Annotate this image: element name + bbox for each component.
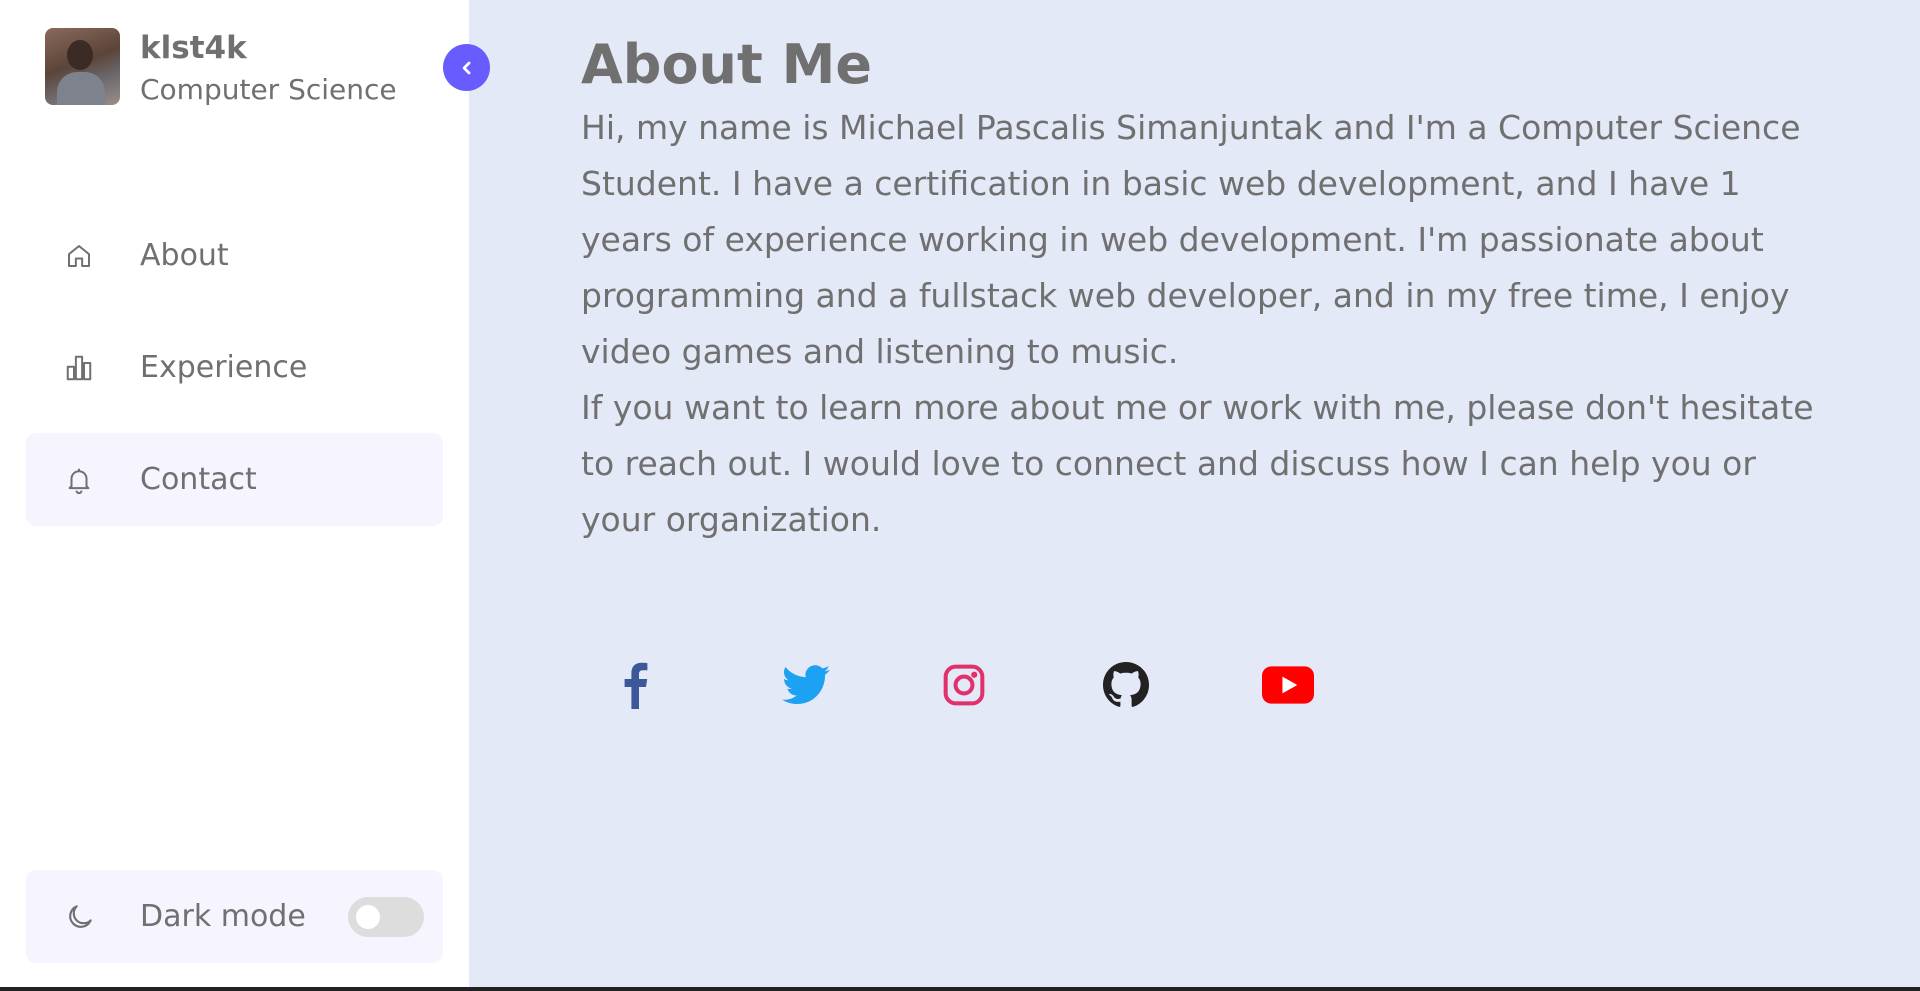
twitter-icon: [782, 665, 830, 704]
instagram-icon: [943, 664, 985, 706]
sidebar-menu: About Experience Contact: [26, 209, 443, 545]
social-links: [622, 655, 1422, 715]
chevron-left-icon: [462, 61, 470, 74]
sidebar-item-label: Experience: [140, 350, 308, 385]
sidebar-item-contact[interactable]: Contact: [26, 433, 443, 526]
dark-mode-row: Dark mode: [26, 870, 443, 963]
home-icon: [26, 241, 140, 271]
sidebar-item-about[interactable]: About: [26, 209, 443, 302]
profile-name: klst4k: [140, 30, 247, 66]
profile-text: klst4k Computer Science: [140, 28, 397, 110]
github-icon: [1103, 662, 1149, 707]
window-bottom-edge: [0, 987, 1920, 991]
sidebar-item-label: Contact: [140, 462, 257, 497]
bar-chart-icon: [26, 353, 140, 383]
profile-header: klst4k Computer Science: [45, 28, 397, 110]
github-link[interactable]: [1102, 655, 1262, 715]
sidebar-collapse-button[interactable]: [443, 44, 490, 91]
facebook-link[interactable]: [622, 655, 782, 715]
sidebar-item-label: About: [140, 238, 229, 273]
profile-role: Computer Science: [140, 73, 397, 106]
bell-icon: [26, 465, 140, 495]
dark-mode-toggle[interactable]: [348, 897, 424, 937]
contact-paragraph: If you want to learn more about me or wo…: [581, 388, 1814, 539]
about-paragraph: Hi, my name is Michael Pascalis Simanjun…: [581, 108, 1801, 371]
moon-icon: [26, 901, 140, 933]
dark-mode-label: Dark mode: [140, 899, 306, 934]
instagram-link[interactable]: [942, 655, 1102, 715]
youtube-link[interactable]: [1262, 655, 1422, 715]
facebook-icon: [624, 662, 648, 709]
main-content: About Me Hi, my name is Michael Pascalis…: [581, 30, 1841, 548]
youtube-icon: [1262, 666, 1314, 704]
page-title: About Me: [581, 33, 872, 96]
avatar: [45, 28, 120, 105]
sidebar: klst4k Computer Science About Experience: [0, 0, 469, 987]
sidebar-item-experience[interactable]: Experience: [26, 321, 443, 414]
twitter-link[interactable]: [782, 655, 942, 715]
